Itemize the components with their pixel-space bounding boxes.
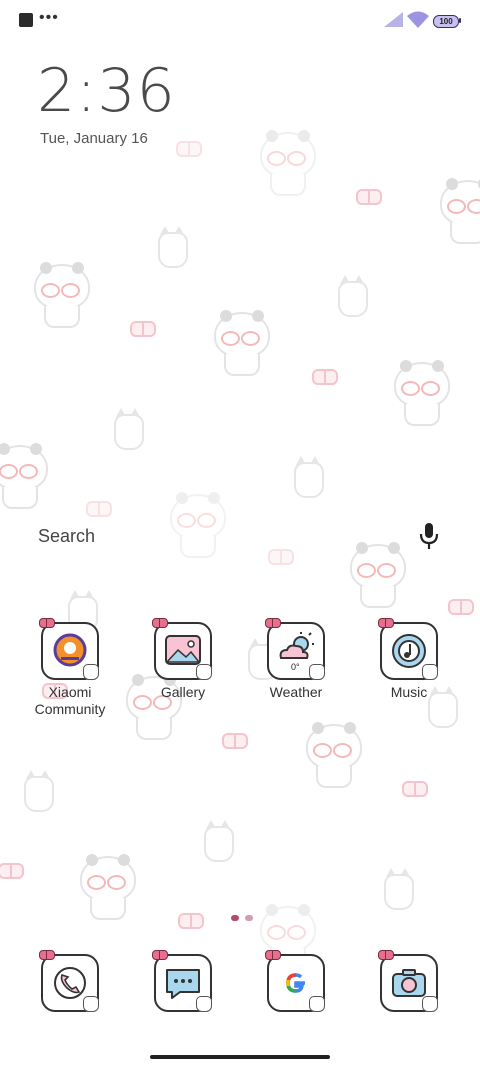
wallpaper-cat: [338, 275, 368, 317]
app-music[interactable]: Music: [354, 618, 464, 701]
music-icon[interactable]: [378, 618, 438, 680]
camera-icon[interactable]: [378, 950, 438, 1012]
wifi-icon: [407, 11, 429, 28]
page-indicator[interactable]: [228, 908, 256, 926]
wallpaper-cat: [204, 820, 234, 862]
dock-messages[interactable]: [128, 950, 238, 1012]
more-dots-icon: •••: [39, 9, 59, 26]
dock-google[interactable]: [241, 950, 351, 1012]
gallery-icon[interactable]: [152, 618, 212, 680]
square-icon: [19, 13, 33, 27]
clock-date[interactable]: Tue, January 16: [40, 130, 148, 147]
home-indicator[interactable]: [150, 1055, 330, 1059]
wallpaper-bow: [0, 862, 24, 879]
wallpaper-bear: [0, 443, 48, 509]
search-label: Search: [38, 526, 96, 546]
wallpaper-bear: [258, 130, 316, 196]
wallpaper-cat: [158, 226, 188, 268]
weather-icon[interactable]: 0°: [265, 618, 325, 680]
page-dot: [245, 915, 253, 921]
wallpaper-bow: [222, 732, 248, 749]
dock-phone[interactable]: [15, 950, 125, 1012]
wallpaper-bow: [402, 780, 428, 797]
wallpaper-bow: [130, 320, 156, 337]
app-label-xiaomi-community: Xiaomi Community: [34, 684, 106, 717]
search-bar[interactable]: Search: [20, 510, 460, 562]
app-label-music: Music: [390, 684, 428, 700]
wallpaper-cat: [384, 868, 414, 910]
wallpaper-bow: [356, 188, 382, 205]
weather-temperature: 0°: [291, 662, 300, 672]
status-bar: ••• 100: [0, 0, 480, 42]
wallpaper-bear: [78, 854, 136, 920]
app-gallery[interactable]: Gallery: [128, 618, 238, 701]
app-label-weather: Weather: [269, 684, 323, 700]
wallpaper-cat: [24, 770, 54, 812]
wallpaper-bow: [312, 368, 338, 385]
wallpaper-bow: [178, 912, 204, 929]
wallpaper-bear: [212, 310, 270, 376]
wallpaper-bow: [448, 598, 474, 615]
dock-camera[interactable]: [354, 950, 464, 1012]
app-label-gallery: Gallery: [160, 684, 206, 700]
wallpaper-bow: [176, 140, 202, 157]
wallpaper-bear: [392, 360, 450, 426]
wallpaper-bear: [304, 722, 362, 788]
app-weather[interactable]: 0° Weather: [241, 618, 351, 701]
microphone-icon[interactable]: [418, 522, 440, 550]
page-dot: [231, 915, 239, 921]
google-icon[interactable]: [265, 950, 325, 1012]
app-xiaomi-community[interactable]: Xiaomi Community: [15, 618, 125, 718]
wallpaper-cat: [294, 456, 324, 498]
battery-tip: [459, 18, 461, 23]
wallpaper-cat: [114, 408, 144, 450]
wallpaper-bear: [32, 262, 90, 328]
xiaomi-community-icon[interactable]: [39, 618, 99, 680]
battery-indicator: 100: [433, 15, 459, 28]
cellular-signal-icon: [384, 12, 403, 27]
messages-icon[interactable]: [152, 950, 212, 1012]
wallpaper-bear: [438, 178, 480, 244]
phone-icon[interactable]: [39, 950, 99, 1012]
clock-time[interactable]: 2:36: [37, 56, 176, 126]
